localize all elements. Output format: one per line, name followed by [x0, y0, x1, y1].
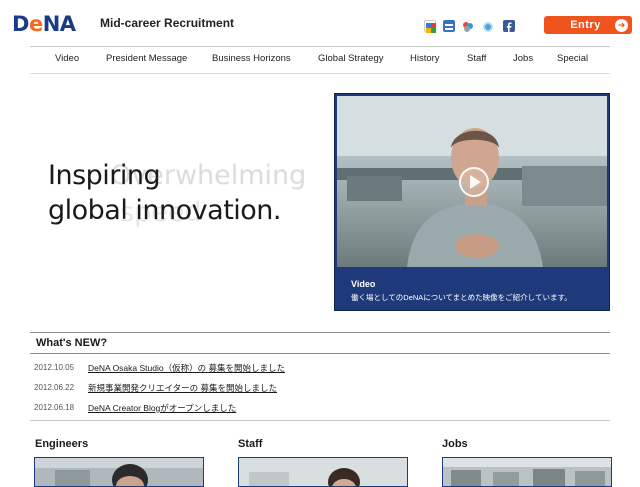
news-divider-top — [30, 332, 610, 333]
hero-headline-line2: global innovation. — [48, 195, 282, 226]
nav-item-president-message[interactable]: President Message — [106, 53, 187, 64]
nav-item-business-horizons[interactable]: Business Horizons — [212, 53, 291, 64]
site-title: Mid-career Recruitment — [100, 16, 235, 30]
delicious-icon[interactable] — [462, 20, 474, 32]
facebook-icon[interactable] — [503, 20, 515, 32]
news-link[interactable]: 新規事業開発クリエイターの 募集を開始しました — [88, 382, 277, 394]
google-icon[interactable] — [424, 20, 436, 33]
news-link[interactable]: DeNA Creator Blogがオープンしました — [88, 402, 236, 414]
nav-item-history[interactable]: History — [410, 53, 440, 64]
nav-divider-top — [30, 46, 610, 47]
category-title-jobs[interactable]: Jobs — [442, 438, 468, 450]
news-heading: What's NEW? — [36, 337, 108, 349]
nav-item-video[interactable]: Video — [55, 53, 79, 64]
video-description: 働く場としてのDeNAについてまとめた映像をご紹介しています。 — [351, 293, 572, 302]
video-title: Video — [351, 279, 376, 289]
play-icon — [470, 175, 481, 189]
category-title-engineers[interactable]: Engineers — [35, 438, 88, 450]
hero-headline-line1: Inspiring — [48, 160, 161, 191]
entry-button-label: Entry — [570, 19, 601, 31]
news-date: 2012.10.05 — [34, 363, 75, 372]
news-date: 2012.06.18 — [34, 403, 75, 412]
nav-item-special[interactable]: Special — [557, 53, 588, 64]
dena-logo[interactable]: DeNA — [12, 12, 76, 36]
news-divider — [30, 353, 610, 354]
bookmark-icon[interactable] — [443, 20, 455, 32]
twitter-icon[interactable] — [482, 20, 494, 32]
entry-button[interactable]: Entry ➜ — [544, 16, 632, 34]
category-title-staff[interactable]: Staff — [238, 438, 262, 450]
nav-divider-bottom — [30, 73, 610, 74]
news-divider-bottom — [30, 420, 610, 421]
nav-item-staff[interactable]: Staff — [467, 53, 486, 64]
news-link[interactable]: DeNA Osaka Studio（仮称）の 募集を開始しました — [88, 362, 285, 374]
nav-item-global-strategy[interactable]: Global Strategy — [318, 53, 383, 64]
nav-item-jobs[interactable]: Jobs — [513, 53, 533, 64]
logo-text: DeNA — [12, 12, 76, 36]
arrow-right-icon: ➜ — [615, 18, 628, 32]
news-date: 2012.06.22 — [34, 383, 75, 392]
